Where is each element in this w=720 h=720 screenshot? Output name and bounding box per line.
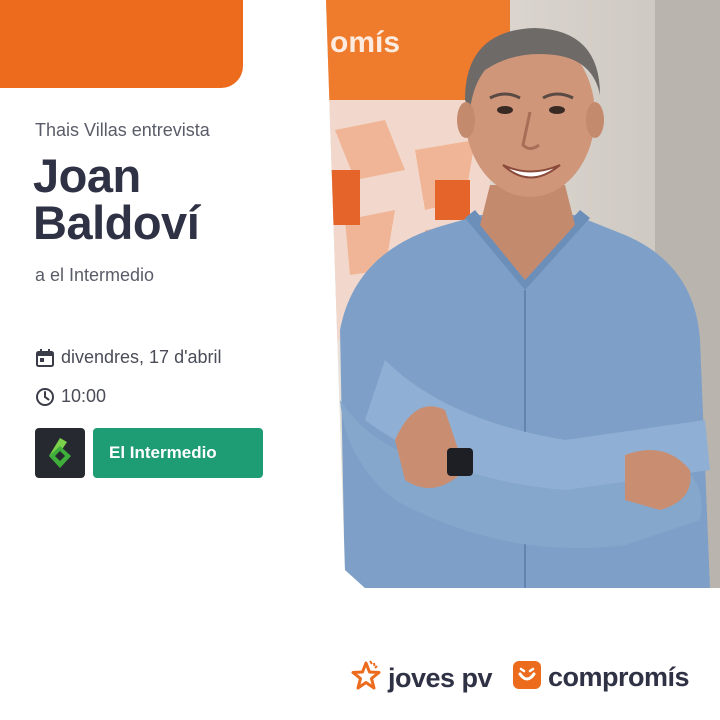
- orange-corner-tab: [0, 0, 243, 88]
- channel-6-logo: [35, 428, 85, 478]
- clock-icon: [35, 387, 55, 407]
- smile-logo-icon: [512, 660, 542, 695]
- compromis-logo: compromís: [512, 660, 690, 695]
- interviewer-line: Thais Villas entrevista: [35, 120, 210, 140]
- joves-pv-logo: joves pv: [350, 660, 493, 697]
- joves-pv-text: joves pv: [388, 663, 493, 693]
- event-time-text: 10:00: [61, 386, 107, 406]
- program-line: a el Intermedio: [35, 265, 155, 285]
- guest-name: Joan Baldoví: [33, 149, 200, 249]
- compromis-text: compromís: [548, 662, 690, 692]
- star-logo-icon: [350, 660, 382, 697]
- event-time: 10:00: [35, 386, 106, 407]
- guest-name-line1: Joan: [33, 149, 141, 202]
- calendar-icon: [35, 348, 55, 368]
- guest-name-line2: Baldoví: [33, 196, 200, 249]
- guest-photo: omís: [326, 0, 720, 588]
- event-date-text: divendres, 17 d'abril: [61, 347, 222, 367]
- el-intermedio-button[interactable]: El Intermedio: [93, 428, 263, 478]
- event-date: divendres, 17 d'abril: [35, 347, 222, 368]
- sign-text: omís: [330, 26, 400, 59]
